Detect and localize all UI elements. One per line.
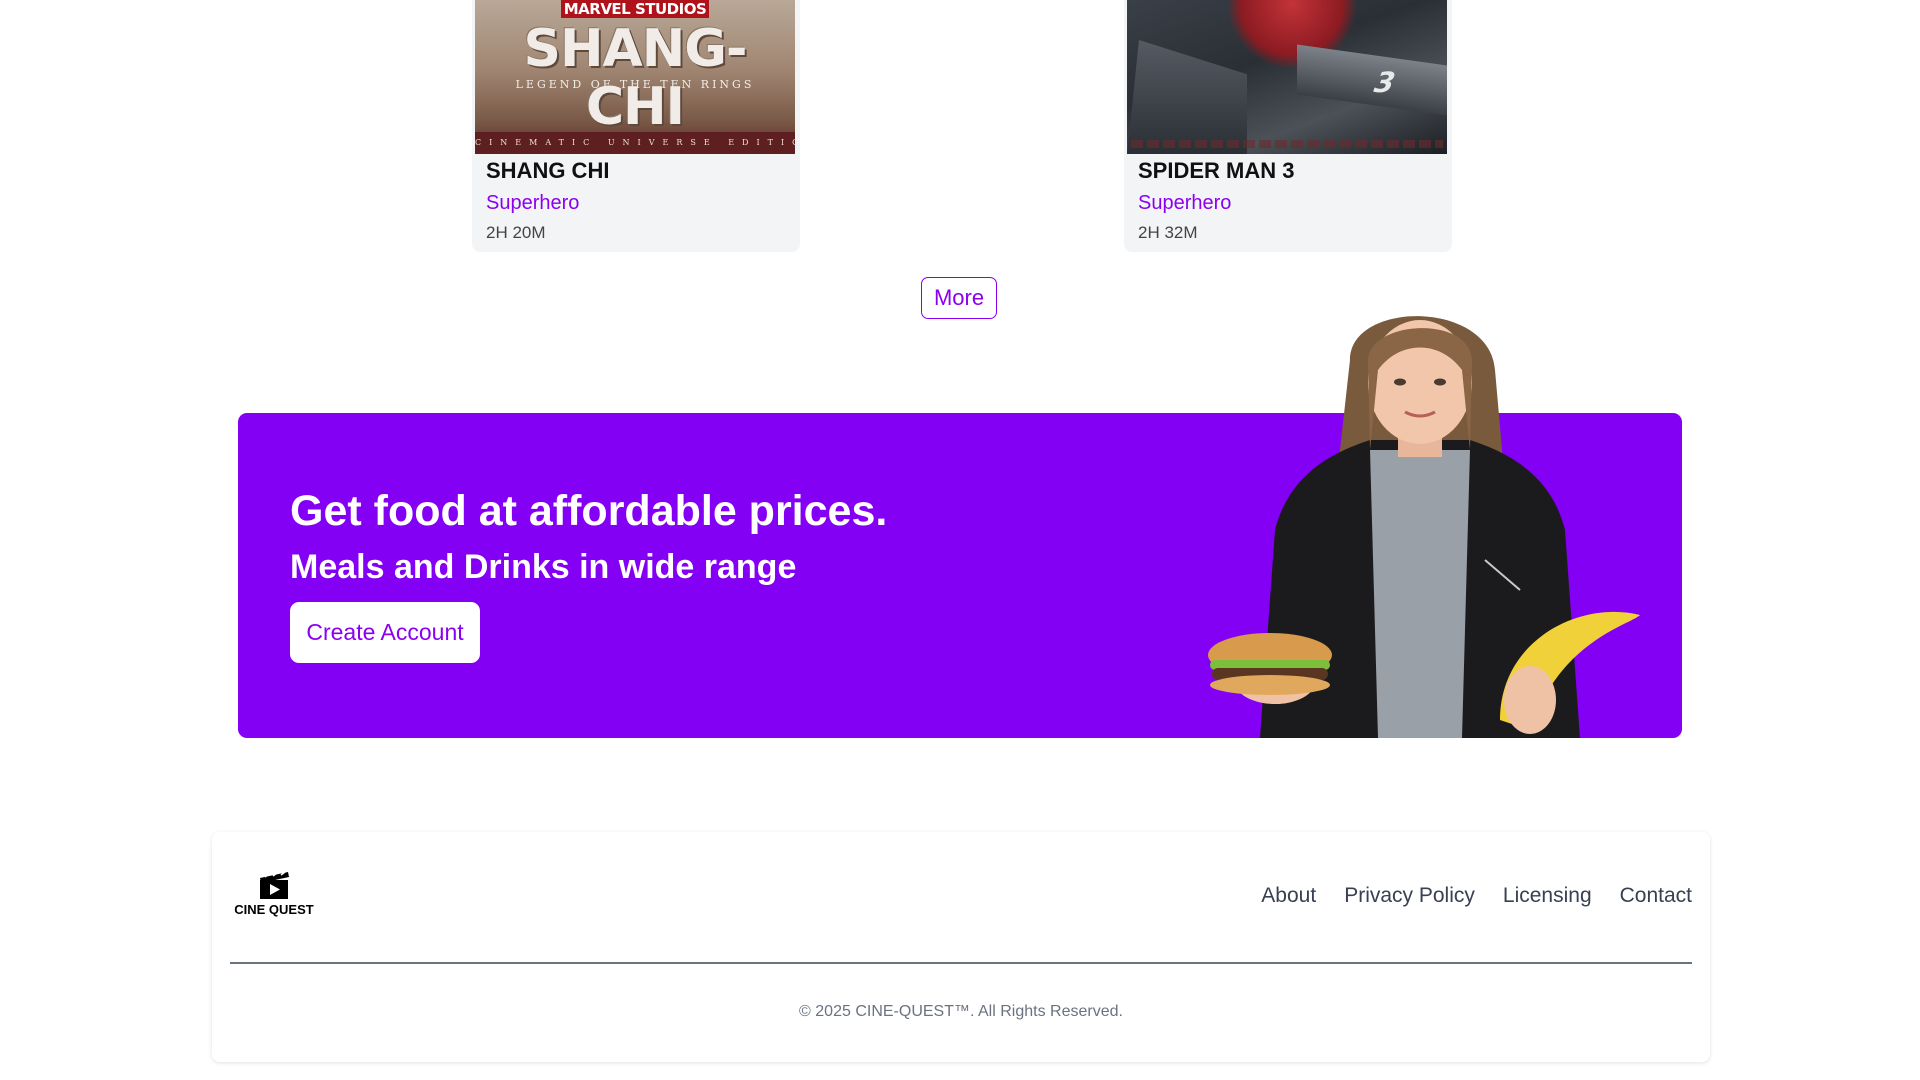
poster-subtitle: LEGEND OF THE TEN RINGS xyxy=(515,78,755,91)
footer-link-privacy-policy[interactable]: Privacy Policy xyxy=(1344,884,1475,908)
cine-quest-logo[interactable]: CINE QUEST xyxy=(232,868,318,918)
footer-divider xyxy=(230,962,1692,964)
poster-building xyxy=(1127,40,1247,154)
movie-card-shang-chi[interactable]: MARVEL STUDIOS SHANG-CHI LEGEND OF THE T… xyxy=(472,0,800,252)
promo-headline: Get food at affordable prices. xyxy=(290,487,888,535)
promo-subheadline: Meals and Drinks in wide range xyxy=(290,548,797,586)
clapperboard-icon xyxy=(260,871,289,899)
poster-studio-logo: MARVEL STUDIOS xyxy=(475,0,795,18)
poster-credits xyxy=(1131,140,1443,148)
footer-links: About Privacy Policy Licensing Contact xyxy=(1261,884,1692,908)
movie-duration: 2H 20M xyxy=(486,223,546,242)
movie-genre: Superhero xyxy=(1138,192,1232,214)
footer: CINE QUEST About Privacy Policy Licensin… xyxy=(212,832,1710,1062)
footer-link-licensing[interactable]: Licensing xyxy=(1503,884,1592,908)
page: MARVEL STUDIOS SHANG-CHI LEGEND OF THE T… xyxy=(0,0,1920,1080)
more-button[interactable]: More xyxy=(921,277,997,319)
poster-edition-strip: CINEMATIC UNIVERSE EDITION xyxy=(475,132,795,154)
poster-ledge xyxy=(1297,44,1447,116)
promo-person-image xyxy=(1208,316,1640,738)
logo-text: CINE QUEST xyxy=(234,902,314,917)
create-account-button[interactable]: Create Account xyxy=(290,602,480,663)
movie-title[interactable]: SHANG CHI xyxy=(486,158,609,184)
movie-card-spider-man-3[interactable]: 3 SPIDER MAN 3 Superhero 2H 32M xyxy=(1124,0,1452,252)
footer-link-contact[interactable]: Contact xyxy=(1620,884,1692,908)
footer-link-about[interactable]: About xyxy=(1261,884,1316,908)
movie-duration: 2H 32M xyxy=(1138,223,1198,242)
movie-title[interactable]: SPIDER MAN 3 xyxy=(1138,158,1294,184)
movie-poster-shang-chi[interactable]: MARVEL STUDIOS SHANG-CHI LEGEND OF THE T… xyxy=(475,0,795,154)
movie-poster-spider-man-3[interactable]: 3 xyxy=(1127,0,1447,154)
movie-genre: Superhero xyxy=(486,192,580,214)
copyright-text: © 2025 CINE-QUEST™. All Rights Reserved. xyxy=(799,1003,1123,1020)
